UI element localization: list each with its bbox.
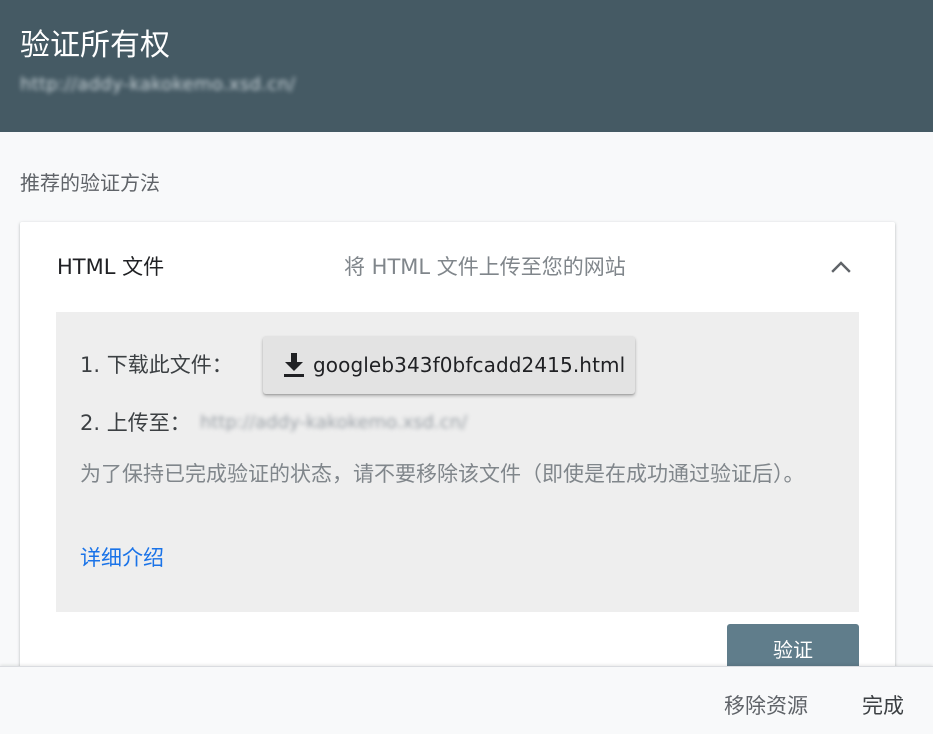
method-title: HTML 文件 xyxy=(57,255,165,279)
chevron-up-icon[interactable] xyxy=(826,252,856,282)
method-subtitle: 将 HTML 文件上传至您的网站 xyxy=(344,255,626,279)
step2-label: 2. 上传至： xyxy=(80,411,191,435)
download-icon xyxy=(283,352,305,378)
step1-label: 1. 下载此文件： xyxy=(80,353,233,377)
method-instructions-panel: 1. 下载此文件： googleb343f0bfcadd2415.html 2.… xyxy=(56,312,859,612)
download-filename: googleb343f0bfcadd2415.html xyxy=(313,353,626,377)
dialog-title: 验证所有权 xyxy=(20,28,170,63)
recommended-methods-label: 推荐的验证方法 xyxy=(20,171,160,195)
remove-property-button[interactable]: 移除资源 xyxy=(724,689,808,723)
property-url: http://addy-kakokemo.xsd.cn/ xyxy=(20,74,296,95)
dialog-footer: 移除资源 完成 xyxy=(0,666,933,734)
html-file-method-card: HTML 文件 将 HTML 文件上传至您的网站 1. 下载此文件： googl… xyxy=(20,222,895,684)
upload-url: http://addy-kakokemo.xsd.cn/ xyxy=(200,412,468,433)
learn-more-link[interactable]: 详细介绍 xyxy=(80,541,164,575)
download-file-button[interactable]: googleb343f0bfcadd2415.html xyxy=(263,336,635,394)
dialog-header: 验证所有权 http://addy-kakokemo.xsd.cn/ xyxy=(0,0,933,132)
keep-file-note: 为了保持已完成验证的状态，请不要移除该文件（即使是在成功通过验证后）。 xyxy=(80,462,805,486)
done-button[interactable]: 完成 xyxy=(862,689,904,723)
